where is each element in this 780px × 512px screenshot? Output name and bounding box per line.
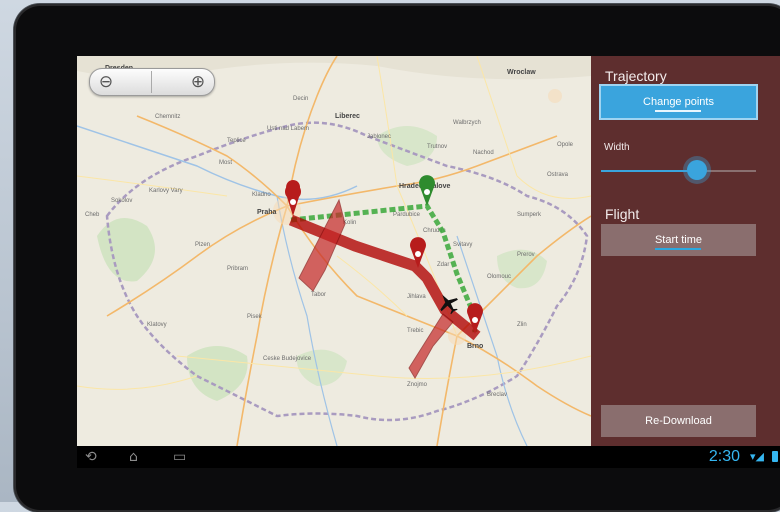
map-label: Chemnitz: [155, 114, 180, 120]
control-panel: Trajectory Change points Width Flight St…: [591, 56, 780, 446]
status-clock: 2:30: [708, 448, 740, 465]
map-label: Kladno: [252, 192, 271, 198]
map-label: Nachod: [473, 150, 494, 156]
button-underline: [655, 248, 701, 250]
map-label: Trebic: [407, 328, 423, 334]
map-label: Jihlava: [407, 294, 426, 300]
map-label: Zlin: [517, 322, 527, 328]
map-label: Liberec: [335, 113, 360, 120]
start-time-button[interactable]: Start time: [601, 224, 756, 256]
redownload-label: Re-Download: [645, 415, 712, 427]
start-time-label: Start time: [654, 234, 703, 246]
map-label: Olomouc: [487, 274, 511, 280]
zoom-separator: [151, 71, 152, 93]
zoom-out-icon[interactable]: ⊖: [96, 72, 116, 92]
map-label: Most: [219, 160, 232, 166]
map-label: Opole: [557, 142, 574, 148]
map-label: Sokolov: [111, 198, 132, 204]
map-label: Ceske Budejovice: [263, 356, 312, 362]
map-view[interactable]: Dresden Wroclaw Chemnitz Liberec Walbrzy…: [77, 56, 591, 446]
slider-fill: [601, 170, 698, 172]
map-label: Tabor: [311, 292, 326, 298]
map-label: Decin: [293, 96, 308, 102]
width-label: Width: [604, 142, 630, 153]
map-label: Pisek: [247, 314, 263, 320]
map-label: Trutnov: [427, 144, 447, 150]
map-label: Svitavy: [453, 242, 472, 248]
back-icon[interactable]: ⟲: [85, 447, 97, 467]
zoom-control: ⊖ ⊕: [89, 68, 215, 96]
map-label: Sumperk: [517, 212, 542, 218]
map-label: Wroclaw: [507, 69, 536, 76]
system-nav-bar: ⟲ ⌂ ▭ 2:30 ▾◢: [77, 446, 780, 468]
map-label: Teplice: [227, 138, 246, 144]
trajectory-heading: Trajectory: [605, 68, 667, 84]
map-label: Karlovy Vary: [149, 188, 183, 194]
map-canvas: Dresden Wroclaw Chemnitz Liberec Walbrzy…: [77, 56, 591, 446]
map-label: Cheb: [85, 212, 100, 218]
map-label: Brno: [467, 343, 483, 350]
home-icon[interactable]: ⌂: [129, 447, 138, 467]
map-label: Usti nad Labem: [267, 126, 309, 132]
map-label: Plzen: [195, 242, 210, 248]
map-label: Zdar: [437, 262, 449, 268]
map-label: Znojmo: [407, 382, 428, 388]
map-label: Breclav: [487, 392, 507, 398]
wifi-icon: ▾◢: [750, 450, 764, 463]
width-slider[interactable]: [601, 160, 756, 180]
redownload-button[interactable]: Re-Download: [601, 405, 756, 437]
battery-icon: [772, 451, 778, 462]
change-points-label: Change points: [643, 96, 714, 108]
map-label: Ostrava: [547, 172, 569, 178]
map-label: Klatovy: [147, 322, 167, 328]
map-label: Pardubice: [393, 212, 421, 218]
flight-heading: Flight: [605, 206, 640, 222]
recent-apps-icon[interactable]: ▭: [173, 447, 186, 467]
map-label: Pribram: [227, 266, 248, 272]
map-label: Jablonec: [367, 134, 391, 140]
map-label: Praha: [257, 209, 277, 216]
zoom-in-icon[interactable]: ⊕: [188, 72, 208, 92]
map-label: Prerov: [517, 252, 535, 258]
tablet-frame: Dresden Wroclaw Chemnitz Liberec Walbrzy…: [14, 4, 780, 512]
map-label: Walbrzych: [453, 120, 481, 126]
button-underline: [655, 110, 701, 112]
tablet-screen: Dresden Wroclaw Chemnitz Liberec Walbrzy…: [77, 56, 780, 468]
slider-thumb[interactable]: [687, 160, 708, 180]
change-points-button[interactable]: Change points: [601, 86, 756, 118]
